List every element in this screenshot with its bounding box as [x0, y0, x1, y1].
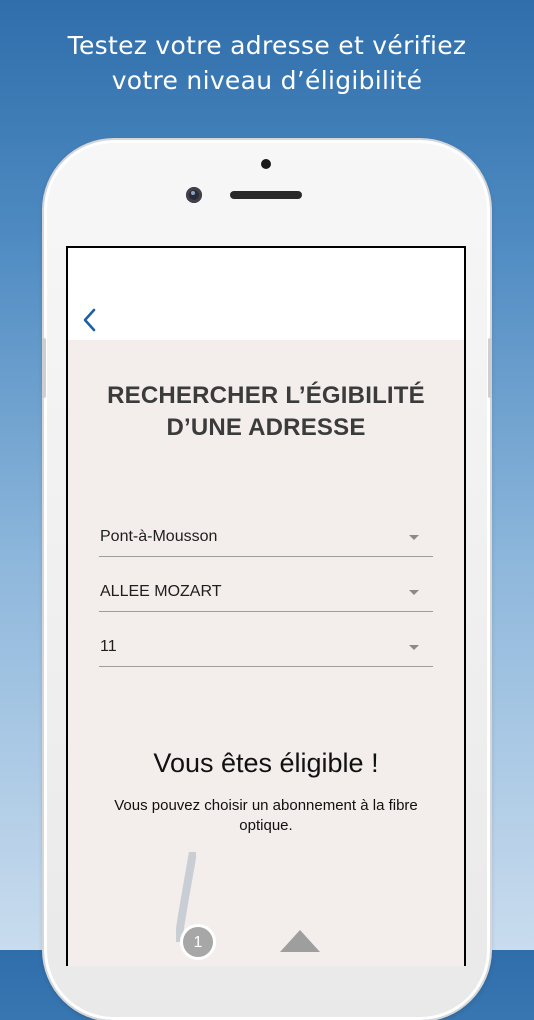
- eligibility-title: Vous êtes éligible !: [153, 748, 379, 778]
- page-title: RECHERCHER L’ÉGIBILITÉ D’UNE ADRESSE: [68, 380, 464, 444]
- city-select[interactable]: Pont-à-Mousson: [99, 516, 433, 557]
- headline-line-1: Testez votre adresse et vérifiez: [67, 31, 467, 60]
- page-title-line-1: RECHERCHER L’ÉGIBILITÉ: [107, 382, 425, 409]
- eligibility-subtitle: Vous pouvez choisir un abonnement à la f…: [114, 797, 418, 834]
- navigation-bar: [68, 248, 464, 340]
- phone-speaker: [230, 191, 302, 199]
- phone-side-button: [488, 338, 492, 398]
- number-select[interactable]: 11: [99, 626, 433, 667]
- phone-side-button: [42, 338, 46, 398]
- number-value: 11: [100, 638, 117, 655]
- phone-screen: RECHERCHER L’ÉGIBILITÉ D’UNE ADRESSE Pon…: [66, 246, 466, 966]
- caret-down-icon: [409, 535, 419, 540]
- phone-sensor: [261, 159, 271, 169]
- chevron-left-icon: [83, 308, 96, 332]
- street-value: ALLEE MOZART: [100, 583, 222, 600]
- app-view: RECHERCHER L’ÉGIBILITÉ D’UNE ADRESSE Pon…: [68, 248, 464, 966]
- caret-down-icon: [409, 645, 419, 650]
- step-indicator: 1: [180, 924, 216, 960]
- back-button[interactable]: [78, 306, 102, 334]
- headline-line-2: votre niveau d’éligibilité: [111, 66, 423, 95]
- city-value: Pont-à-Mousson: [100, 528, 218, 545]
- front-camera-icon: [186, 187, 202, 203]
- expand-arrow-icon[interactable]: [280, 930, 320, 952]
- street-select[interactable]: ALLEE MOZART: [99, 571, 433, 612]
- promo-headline: Testez votre adresse et vérifiez votre n…: [0, 28, 534, 98]
- page-title-line-2: D’UNE ADRESSE: [166, 414, 366, 441]
- caret-down-icon: [409, 590, 419, 595]
